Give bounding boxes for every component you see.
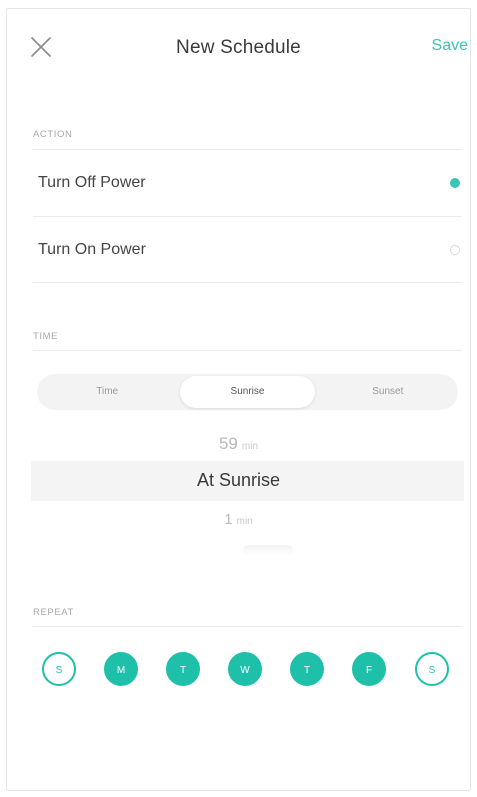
action-option-turn-off[interactable]: Turn Off Power (33, 150, 462, 216)
day-toggle-thursday[interactable]: T (290, 652, 324, 686)
picker-above-value: 59 (218, 434, 238, 453)
repeat-section-label: REPEAT (33, 607, 74, 618)
action-option-label: Turn Off Power (38, 174, 146, 191)
time-mode-segmented-control: Time Sunrise Sunset (37, 374, 458, 410)
divider (33, 282, 462, 283)
picker-selected-value[interactable]: At Sunrise (7, 470, 470, 491)
header-bar: New Schedule Save (7, 27, 470, 67)
day-toggle-friday[interactable]: F (352, 652, 386, 686)
action-option-turn-on[interactable]: Turn On Power (33, 217, 462, 283)
action-section-label: ACTION (33, 129, 73, 140)
schedule-screen: New Schedule Save ACTION Turn Off Power … (6, 8, 471, 791)
divider (33, 350, 462, 351)
picker-fade-decoration (243, 545, 293, 555)
tab-sunset[interactable]: Sunset (321, 376, 455, 408)
tab-sunrise[interactable]: Sunrise (180, 376, 315, 408)
picker-below-unit: min (236, 516, 253, 527)
picker-above-unit: min (241, 441, 259, 452)
day-toggle-monday[interactable]: M (104, 652, 138, 686)
picker-below-value: 1 (224, 511, 233, 528)
repeat-days: S M T W T F S (42, 652, 467, 688)
day-toggle-sunday[interactable]: S (42, 652, 76, 686)
page-title: New Schedule (176, 37, 301, 58)
radio-unselected-icon (450, 245, 460, 255)
day-toggle-tuesday[interactable]: T (166, 652, 200, 686)
picker-option-above[interactable]: 59 min (7, 434, 470, 454)
day-toggle-wednesday[interactable]: W (228, 652, 262, 686)
action-option-label: Turn On Power (38, 241, 146, 258)
save-button[interactable]: Save (432, 37, 468, 55)
day-toggle-saturday[interactable]: S (415, 652, 449, 686)
divider (33, 626, 462, 627)
radio-selected-icon (450, 178, 460, 188)
tab-time[interactable]: Time (40, 376, 174, 408)
picker-option-below[interactable]: 1 min (7, 511, 470, 528)
time-section-label: TIME (33, 331, 59, 342)
